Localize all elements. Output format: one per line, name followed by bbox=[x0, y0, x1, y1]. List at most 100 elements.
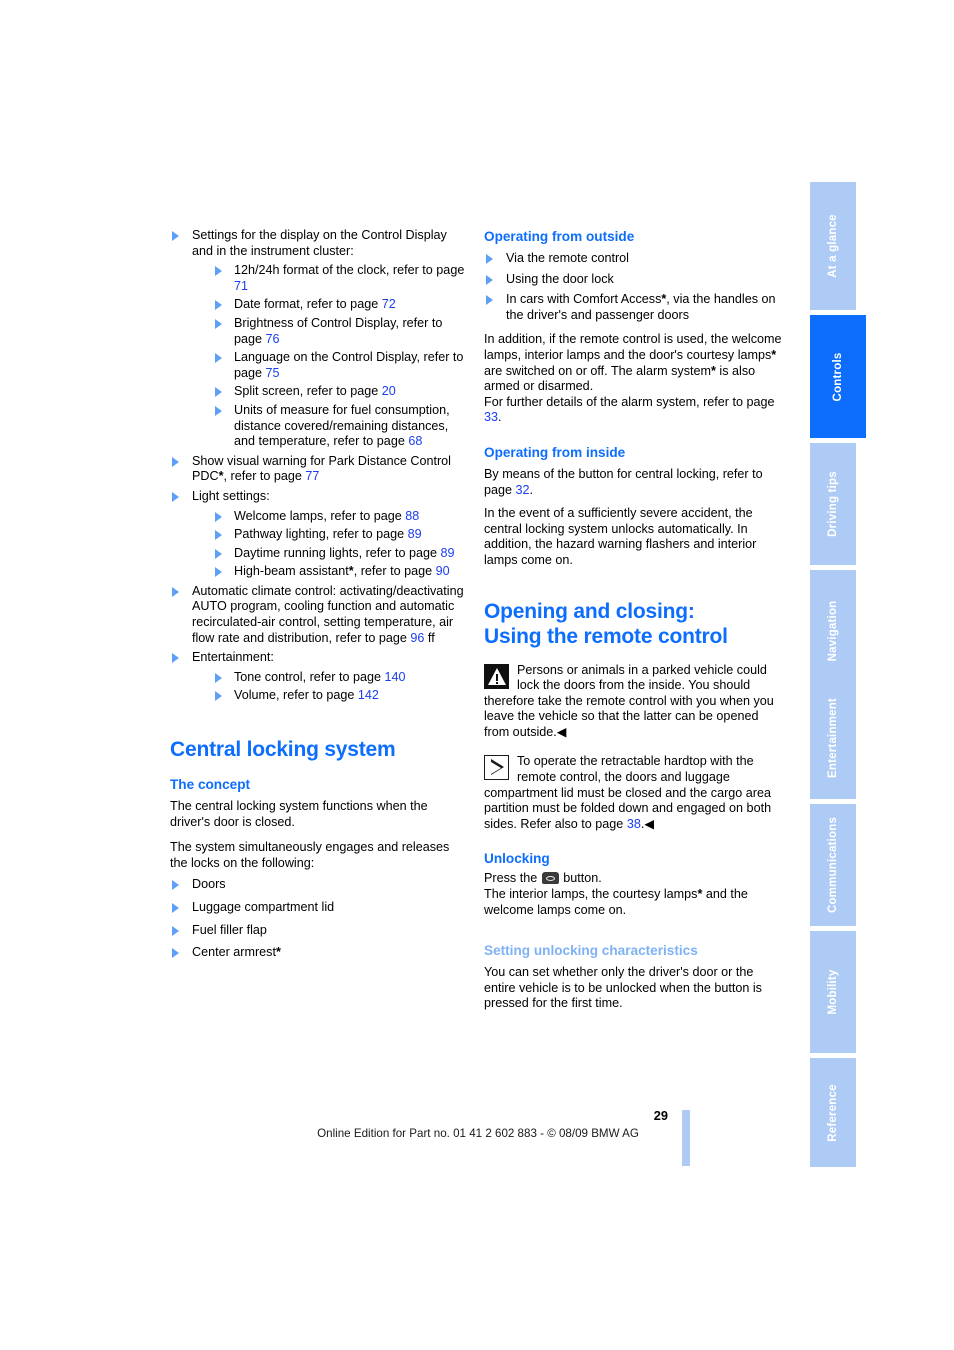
outside-paragraph-b: are switched on or off. The alarm system bbox=[484, 363, 712, 378]
list-item: Volume, refer to page 142 bbox=[214, 688, 470, 704]
bullet-triangle-icon bbox=[215, 511, 222, 522]
list-item-label: Fuel filler flap bbox=[192, 922, 267, 937]
concept-paragraph-2: The system simultaneously engages and re… bbox=[170, 840, 450, 870]
list-item-label: High-beam assistant bbox=[234, 564, 349, 579]
bullet-triangle-icon bbox=[172, 880, 179, 891]
sidebar-item-label: At a glance bbox=[827, 214, 839, 278]
page-reference[interactable]: 32 bbox=[516, 483, 530, 497]
sidebar-item-communications[interactable]: Communications bbox=[810, 804, 856, 926]
right-text-column: Operating from outside Via the remote co… bbox=[484, 228, 784, 1012]
outside-paragraph: In addition, if the remote control is us… bbox=[484, 332, 784, 394]
concept-paragraph-1: The central locking system functions whe… bbox=[170, 799, 428, 829]
page-reference[interactable]: 38 bbox=[627, 817, 641, 831]
warning-notice-text: Persons or animals in a parked vehicle c… bbox=[484, 662, 774, 739]
list-item: In cars with Comfort Access*, via the ha… bbox=[484, 292, 784, 323]
page-reference[interactable]: 142 bbox=[358, 688, 379, 702]
list-item: Settings for the display on the Control … bbox=[170, 228, 470, 450]
sidebar-item-label: Communications bbox=[827, 816, 839, 914]
page-reference[interactable]: 96 bbox=[410, 631, 424, 645]
sidebar-item-label: Navigation bbox=[827, 600, 839, 662]
outside-paragraph-a: In addition, if the remote control is us… bbox=[484, 332, 782, 362]
optional-equipment-asterisk: * bbox=[275, 945, 281, 960]
list-item: Tone control, refer to page 140 bbox=[214, 670, 470, 686]
bullet-triangle-icon bbox=[215, 266, 222, 277]
bullet-triangle-icon bbox=[215, 353, 222, 364]
sidebar-item-reference[interactable]: Reference bbox=[810, 1058, 856, 1167]
list-item-label: Welcome lamps, refer to page bbox=[234, 508, 406, 523]
section-title-line1: Opening and closing: bbox=[484, 599, 695, 623]
sidebar-item-controls[interactable]: Controls bbox=[810, 315, 866, 438]
list-item: Using the door lock bbox=[484, 272, 784, 288]
settings-bullet-list: Settings for the display on the Control … bbox=[170, 228, 470, 704]
list-item: Doors bbox=[170, 877, 470, 893]
page-reference[interactable]: 33 bbox=[484, 410, 498, 424]
list-item: Via the remote control bbox=[484, 251, 784, 267]
sidebar-item-navigation[interactable]: Navigation bbox=[810, 570, 856, 692]
bullet-triangle-icon bbox=[215, 387, 222, 398]
entertainment-sublist: Tone control, refer to page 140 Volume, … bbox=[214, 670, 470, 704]
page-reference[interactable]: 88 bbox=[405, 509, 419, 523]
page-reference[interactable]: 68 bbox=[408, 434, 422, 448]
manual-page: At a glance Controls Driving tips Naviga… bbox=[0, 0, 954, 1350]
bullet-triangle-icon bbox=[215, 405, 222, 416]
page-reference[interactable]: 20 bbox=[382, 384, 396, 398]
operating-outside-list: Via the remote control Using the door lo… bbox=[484, 251, 784, 323]
list-item-label: Via the remote control bbox=[506, 251, 629, 265]
section-heading-operating-from-inside: Operating from inside bbox=[484, 444, 626, 460]
sidebar-item-mobility[interactable]: Mobility bbox=[810, 931, 856, 1053]
page-reference[interactable]: 77 bbox=[305, 469, 319, 483]
sidebar-item-driving-tips[interactable]: Driving tips bbox=[810, 443, 856, 565]
page-reference[interactable]: 89 bbox=[408, 527, 422, 541]
bullet-triangle-icon bbox=[486, 254, 493, 264]
page-reference[interactable]: 72 bbox=[382, 297, 396, 311]
bullet-triangle-icon bbox=[215, 300, 222, 311]
page-reference[interactable]: 71 bbox=[234, 279, 248, 293]
list-item-label-mid: , refer to page bbox=[223, 469, 306, 484]
list-item-label: Entertainment: bbox=[192, 650, 274, 665]
bullet-triangle-icon bbox=[215, 567, 222, 578]
unlocking-button-text: button. bbox=[559, 871, 602, 886]
list-item-label: Pathway lighting, refer to page bbox=[234, 527, 408, 542]
page-reference[interactable]: 90 bbox=[436, 564, 450, 578]
list-item-label: In cars with Comfort Access bbox=[506, 292, 662, 307]
alarm-reference-text: For further details of the alarm system,… bbox=[484, 394, 775, 409]
bullet-triangle-icon bbox=[215, 318, 222, 329]
page-reference[interactable]: 89 bbox=[441, 546, 455, 560]
bullet-triangle-icon bbox=[172, 925, 179, 936]
page-number: 29 bbox=[653, 1108, 668, 1123]
display-settings-sublist: 12h/24h format of the clock, refer to pa… bbox=[214, 263, 470, 450]
list-item: Fuel filler flap bbox=[170, 923, 470, 939]
bullet-triangle-icon bbox=[486, 295, 493, 306]
inside-paragraph-1-post: . bbox=[529, 482, 534, 497]
page-reference[interactable]: 76 bbox=[266, 332, 280, 346]
page-reference[interactable]: 140 bbox=[385, 670, 406, 684]
unlock-settings-paragraph: You can set whether only the driver's do… bbox=[484, 965, 762, 1011]
list-item: Welcome lamps, refer to page 88 bbox=[214, 509, 470, 525]
list-item: Units of measure for fuel consumption, d… bbox=[214, 403, 470, 450]
list-item-label: Luggage compartment lid bbox=[192, 900, 335, 914]
section-heading-the-concept: The concept bbox=[170, 777, 251, 793]
unlocking-lamps-pre: The interior lamps, the courtesy lamps bbox=[484, 887, 698, 902]
unlocking-instruction: Press the button. bbox=[484, 871, 784, 887]
bullet-triangle-icon bbox=[172, 586, 179, 597]
list-item-label: Volume, refer to page bbox=[234, 688, 358, 703]
bullet-triangle-icon bbox=[172, 948, 179, 959]
unlocking-lamps-text: The interior lamps, the courtesy lamps* … bbox=[484, 887, 784, 918]
page-edge-marker bbox=[682, 1110, 690, 1166]
sidebar-item-at-a-glance[interactable]: At a glance bbox=[810, 182, 856, 310]
left-text-column: Settings for the display on the Control … bbox=[170, 228, 470, 968]
section-heading-operating-from-outside: Operating from outside bbox=[484, 229, 635, 244]
chapter-tab-strip: At a glance Controls Driving tips Naviga… bbox=[810, 182, 866, 1167]
note-notice: To operate the retractable hardtop with … bbox=[484, 754, 784, 832]
list-item-label-mid: , refer to page bbox=[353, 564, 436, 579]
sidebar-item-label: Driving tips bbox=[827, 471, 839, 537]
sidebar-item-entertainment[interactable]: Entertainment bbox=[810, 677, 856, 799]
section-title-line2: Using the remote control bbox=[484, 624, 728, 648]
section-title-opening-closing: Opening and closing: Using the remote co… bbox=[484, 599, 784, 649]
bullet-triangle-icon bbox=[215, 691, 222, 702]
list-item-label: Using the door lock bbox=[506, 271, 614, 286]
page-reference[interactable]: 75 bbox=[266, 366, 280, 380]
warning-triangle-icon bbox=[484, 663, 509, 689]
list-item-label: Settings for the display on the Control … bbox=[192, 228, 447, 258]
list-item-label: Tone control, refer to page bbox=[234, 669, 385, 684]
